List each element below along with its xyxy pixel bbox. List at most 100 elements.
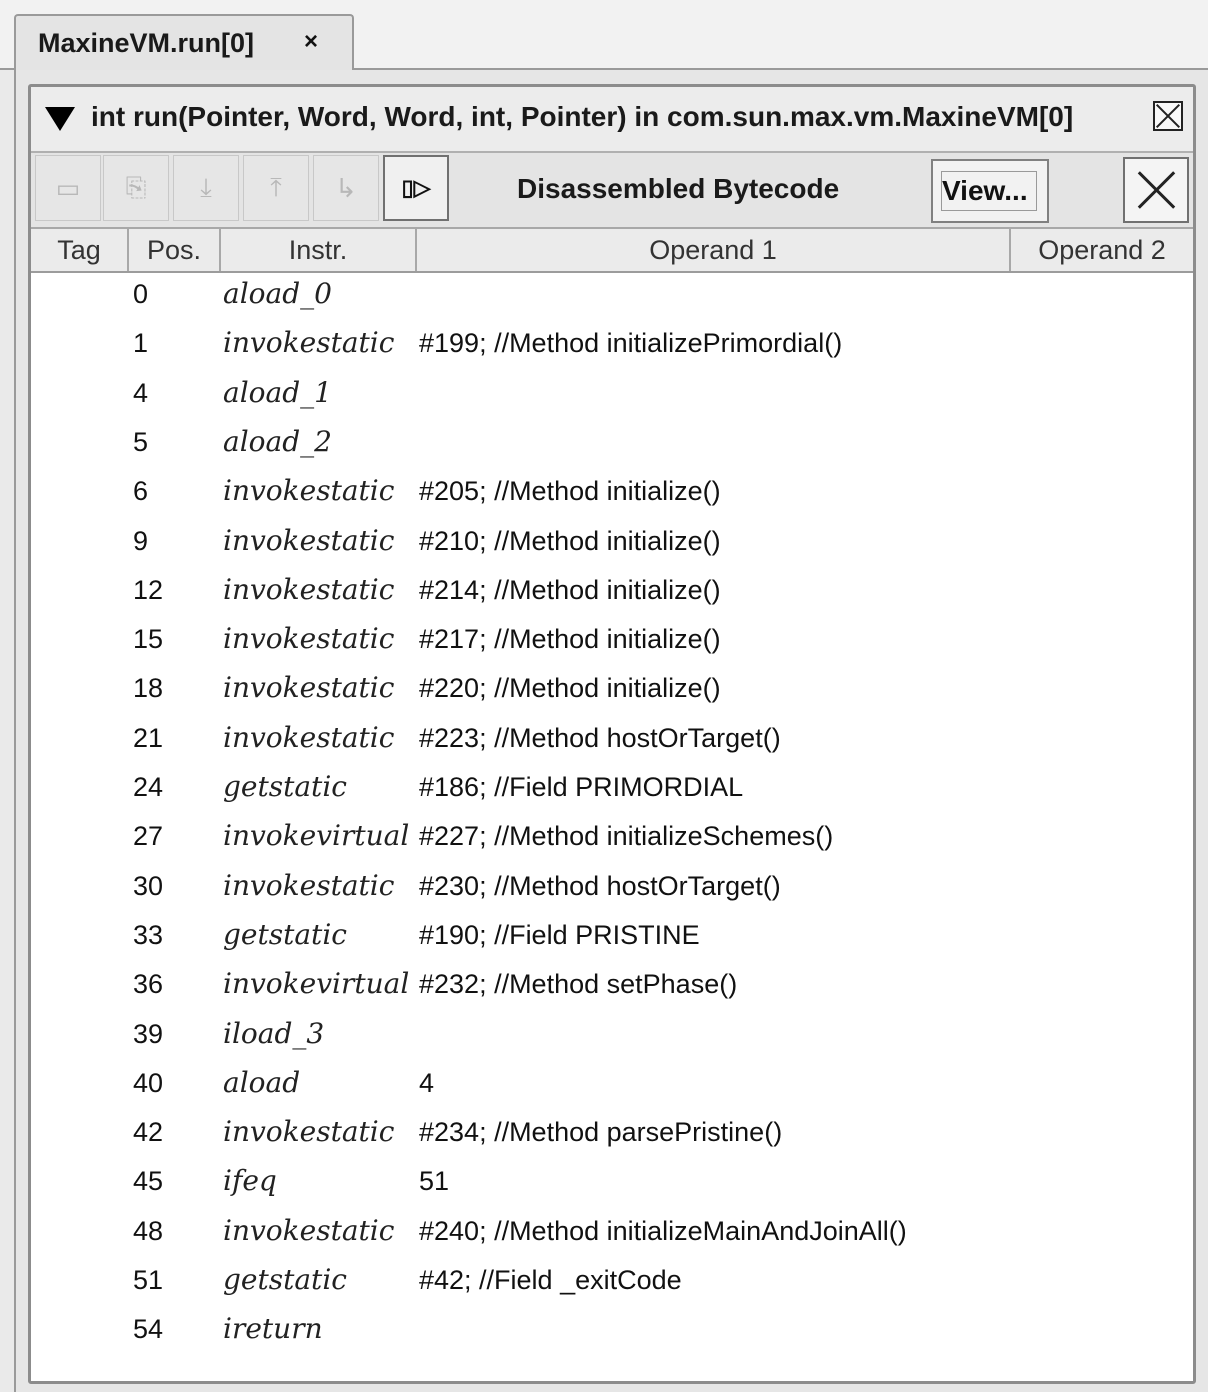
cell-instruction: aload_0 bbox=[223, 277, 332, 310]
table-row[interactable]: 24 getstatic #186; //Field PRIMORDIAL bbox=[31, 766, 1193, 815]
cell-instruction: iload_3 bbox=[223, 1017, 325, 1050]
table-row[interactable]: 51 getstatic #42; //Field _exitCode bbox=[31, 1259, 1193, 1308]
step-out-icon: ⤒ bbox=[270, 172, 282, 202]
collapse-triangle-icon[interactable] bbox=[45, 107, 75, 131]
step-in-icon: ⤓ bbox=[200, 172, 212, 202]
table-row[interactable]: 54 ireturn bbox=[31, 1308, 1193, 1357]
cell-position: 48 bbox=[133, 1216, 164, 1246]
view-button-label: View... bbox=[941, 171, 1037, 211]
tab-title: MaxineVM.run[0] bbox=[38, 28, 255, 58]
method-inspector-frame: int run(Pointer, Word, Word, int, Pointe… bbox=[14, 70, 1208, 1392]
cell-operand-1: #214; //Method initialize() bbox=[419, 575, 721, 605]
table-row[interactable]: 45 ifeq 51 bbox=[31, 1160, 1193, 1209]
table-row[interactable]: 40 aload 4 bbox=[31, 1062, 1193, 1111]
cell-position: 15 bbox=[133, 624, 164, 654]
cell-operand-1: #232; //Method setPhase() bbox=[419, 969, 738, 999]
cell-instruction: getstatic bbox=[223, 918, 347, 951]
cell-position: 18 bbox=[133, 673, 164, 703]
table-row[interactable]: 9 invokestatic #210; //Method initialize() bbox=[31, 520, 1193, 569]
cell-instruction: invokestatic bbox=[223, 622, 395, 655]
cell-instruction: invokestatic bbox=[223, 1115, 395, 1148]
cell-position: 42 bbox=[133, 1117, 164, 1147]
cell-position: 0 bbox=[133, 279, 149, 309]
toolbar-button-6[interactable]: ▯▷ bbox=[383, 155, 449, 221]
table-row[interactable]: 42 invokestatic #234; //Method parsePristi… bbox=[31, 1111, 1193, 1160]
cell-operand-1: #220; //Method initialize() bbox=[419, 673, 721, 703]
bytecode-toolbar: ▭ ⎘ ⤓ ⤒ ↳ ▯▷ Disassembled Bytecode View.… bbox=[31, 153, 1193, 229]
column-header-pos[interactable]: Pos. bbox=[129, 229, 221, 271]
table-row[interactable]: 15 invokestatic #217; //Method initialize(… bbox=[31, 618, 1193, 667]
table-row[interactable]: 12 invokestatic #214; //Method initialize(… bbox=[31, 569, 1193, 618]
table-row[interactable]: 30 invokestatic #230; //Method hostOrTarge… bbox=[31, 865, 1193, 914]
continue-icon: ▯▷ bbox=[401, 175, 431, 200]
cell-operand-1: #199; //Method initializePrimordial() bbox=[419, 328, 843, 358]
view-button[interactable]: View... bbox=[931, 159, 1049, 223]
toolbar-button-4[interactable]: ⤒ bbox=[243, 155, 309, 221]
cell-operand-1: #227; //Method initializeSchemes() bbox=[419, 821, 834, 851]
toolbar-button-2[interactable]: ⎘ bbox=[103, 155, 169, 221]
column-header-operand-2[interactable]: Operand 2 bbox=[1011, 229, 1193, 271]
table-row[interactable]: 39 iload_3 bbox=[31, 1013, 1193, 1062]
table-row[interactable]: 27 invokevirtual #227; //Method initialize… bbox=[31, 815, 1193, 864]
method-title-bar: int run(Pointer, Word, Word, int, Pointe… bbox=[31, 87, 1193, 153]
column-header-operand-1[interactable]: Operand 1 bbox=[417, 229, 1011, 271]
cell-instruction: invokevirtual bbox=[223, 819, 410, 852]
column-header-instr[interactable]: Instr. bbox=[221, 229, 417, 271]
cell-operand-1: #186; //Field PRIMORDIAL bbox=[419, 772, 744, 802]
table-row[interactable]: 1 invokestatic #199; //Method initializePr… bbox=[31, 322, 1193, 371]
cell-instruction: invokestatic bbox=[223, 474, 395, 507]
table-header: Tag Pos. Instr. Operand 1 Operand 2 bbox=[31, 229, 1193, 273]
cell-operand-1: #42; //Field _exitCode bbox=[419, 1265, 682, 1295]
cell-position: 1 bbox=[133, 328, 149, 358]
bytecode-view-panel: int run(Pointer, Word, Word, int, Pointe… bbox=[28, 84, 1196, 1384]
cell-operand-1: #210; //Method initialize() bbox=[419, 526, 721, 556]
cell-operand-1: 51 bbox=[419, 1166, 450, 1196]
table-row[interactable]: 48 invokestatic #240; //Method initializeM… bbox=[31, 1210, 1193, 1259]
run-to-cursor-icon: ↳ bbox=[335, 172, 357, 203]
cell-position: 9 bbox=[133, 526, 149, 556]
cell-instruction: aload bbox=[223, 1066, 301, 1099]
close-box-icon[interactable] bbox=[1153, 101, 1183, 131]
cell-position: 21 bbox=[133, 723, 164, 753]
toolbar-button-1[interactable]: ▭ bbox=[35, 155, 101, 221]
tab-maxinevm-run[interactable]: MaxineVM.run[0] × bbox=[14, 14, 354, 70]
table-row[interactable]: 5 aload_2 bbox=[31, 421, 1193, 470]
cell-position: 45 bbox=[133, 1166, 164, 1196]
table-row[interactable]: 21 invokestatic #223; //Method hostOrTarge… bbox=[31, 717, 1193, 766]
tab-close-icon[interactable]: × bbox=[298, 28, 324, 56]
table-row[interactable]: 18 invokestatic #220; //Method initialize(… bbox=[31, 667, 1193, 716]
cell-operand-1: #240; //Method initializeMainAndJoinAll(… bbox=[419, 1216, 907, 1246]
cell-position: 5 bbox=[133, 427, 149, 457]
cell-instruction: invokestatic bbox=[223, 869, 395, 902]
disabled-toolbar-icon: ▭ bbox=[55, 172, 81, 203]
table-row[interactable]: 0 aload_0 bbox=[31, 273, 1193, 322]
cell-position: 12 bbox=[133, 575, 164, 605]
cell-instruction: ireturn bbox=[223, 1312, 323, 1345]
cell-instruction: invokestatic bbox=[223, 524, 395, 557]
cell-instruction: invokestatic bbox=[223, 326, 395, 359]
cell-operand-1: #223; //Method hostOrTarget() bbox=[419, 723, 781, 753]
cell-operand-1: #217; //Method initialize() bbox=[419, 624, 721, 654]
method-signature-title: int run(Pointer, Word, Word, int, Pointe… bbox=[91, 101, 1074, 132]
tab-strip: MaxineVM.run[0] × bbox=[0, 0, 1208, 70]
table-row[interactable]: 33 getstatic #190; //Field PRISTINE bbox=[31, 914, 1193, 963]
cell-position: 40 bbox=[133, 1068, 164, 1098]
cell-instruction: invokestatic bbox=[223, 573, 395, 606]
cell-instruction: ifeq bbox=[223, 1164, 277, 1197]
table-row[interactable]: 36 invokevirtual #232; //Method setPhase() bbox=[31, 963, 1193, 1012]
cell-instruction: aload_1 bbox=[223, 376, 332, 409]
column-header-tag[interactable]: Tag bbox=[31, 229, 129, 271]
toolbar-button-5[interactable]: ↳ bbox=[313, 155, 379, 221]
view-title: Disassembled Bytecode bbox=[517, 173, 840, 204]
cell-instruction: invokevirtual bbox=[223, 967, 410, 1000]
cell-operand-1: #234; //Method parsePristine() bbox=[419, 1117, 783, 1147]
table-row[interactable]: 4 aload_1 bbox=[31, 372, 1193, 421]
cell-position: 6 bbox=[133, 476, 149, 506]
toolbar-button-3[interactable]: ⤓ bbox=[173, 155, 239, 221]
cell-position: 33 bbox=[133, 920, 164, 950]
cell-position: 54 bbox=[133, 1314, 164, 1344]
cell-instruction: getstatic bbox=[223, 770, 347, 803]
cell-instruction: invokestatic bbox=[223, 671, 395, 704]
table-row[interactable]: 6 invokestatic #205; //Method initialize() bbox=[31, 470, 1193, 519]
close-view-icon[interactable] bbox=[1123, 157, 1189, 223]
